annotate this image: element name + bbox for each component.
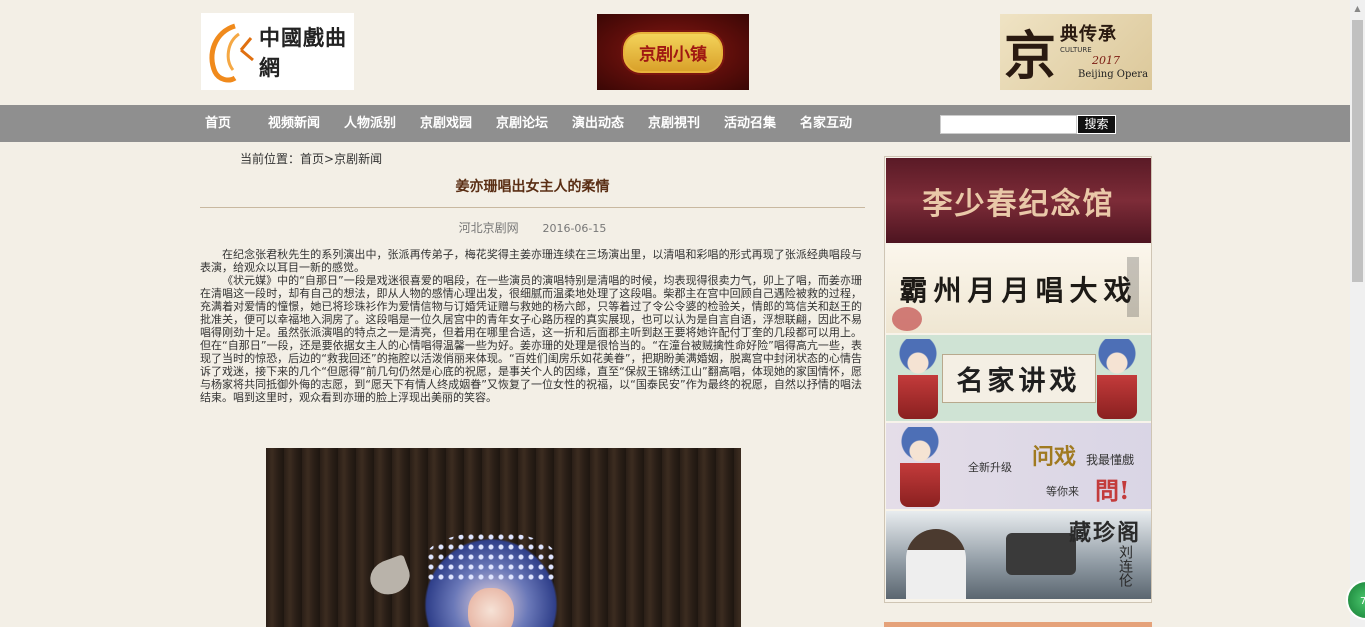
banner-masters-talk-text: 名家讲戏 [941, 353, 1096, 403]
beijing-opera-logo-year: 2017 [1092, 54, 1120, 67]
banner-treasure-sub: 刘连伦 [1117, 545, 1133, 587]
banner-ask-opera[interactable]: 全新升级 问戏 我最懂戲 等你来 問! [886, 423, 1151, 509]
title-divider [200, 207, 865, 208]
opera-figure-icon [898, 339, 938, 419]
article-body: 在纪念张君秋先生的系列演出中，张派再传弟子，梅花奖得主姜亦珊连续在三场演出里，以… [200, 248, 862, 404]
breadcrumb-home[interactable]: 首页 [300, 152, 324, 166]
breadcrumb-current[interactable]: 京剧新闻 [334, 152, 382, 166]
jingju-town-logo[interactable]: 京剧小镇 [597, 14, 749, 90]
opera-figure-icon [1097, 339, 1137, 419]
article-title: 姜亦珊唱出女主人的柔情 [455, 179, 610, 195]
article-paragraph: 在纪念张君秋先生的系列演出中，张派再传弟子，梅花奖得主姜亦珊连续在三场演出里，以… [200, 248, 862, 274]
beijing-opera-logo[interactable]: 京 典传承 CULTURE 2017 Beijing Opera [1000, 14, 1152, 90]
search-button[interactable]: 搜索 [1077, 115, 1116, 134]
banner-treasure-text: 藏珍阁 [1068, 520, 1141, 546]
banner-li-shaochun-museum[interactable]: 李少春纪念馆 [886, 158, 1151, 243]
nav-item-theater[interactable]: 京剧戏园 [420, 105, 472, 142]
article-photo [266, 448, 741, 627]
beijing-opera-logo-big: 京 [1004, 26, 1057, 87]
banner-li-shaochun-text: 李少春纪念馆 [922, 186, 1115, 222]
header: 中國戲曲網 京剧小镇 京 典传承 CULTURE 2017 Beijing Op… [0, 0, 1350, 105]
article-source: 河北京剧网 [458, 221, 519, 235]
vertical-scrollbar[interactable]: ▲ [1350, 0, 1365, 627]
banner-bazhou-text: 霸州月月唱大戏 [899, 274, 1138, 307]
banner-masters-talk[interactable]: 名家讲戏 [886, 335, 1151, 421]
photo-face [468, 588, 514, 627]
seal-icon [1127, 257, 1139, 317]
nav-item-performances[interactable]: 演出动态 [572, 105, 624, 142]
article-meta: 河北京剧网 2016-06-15 [200, 219, 865, 236]
banner-bazhou-opera[interactable]: 霸州月月唱大戏 [886, 245, 1151, 333]
nav-item-magazine[interactable]: 京剧視刊 [648, 105, 700, 142]
photo-crown-ornaments [426, 532, 556, 582]
nav-item-people[interactable]: 人物派别 [344, 105, 396, 142]
beijing-opera-logo-subtitle: Beijing Opera [1078, 69, 1149, 80]
scroll-up-arrow-icon[interactable]: ▲ [1350, 0, 1365, 17]
banner-treasure-pavilion[interactable]: 藏珍阁 刘连伦 [886, 511, 1151, 599]
beijing-opera-logo-small: 典传承 [1060, 24, 1117, 45]
breadcrumb: 当前位置：首页>京剧新闻 [240, 150, 382, 167]
article-date: 2016-06-15 [542, 222, 607, 235]
scrollbar-thumb[interactable] [1352, 20, 1363, 282]
breadcrumb-prefix: 当前位置： [240, 152, 301, 166]
banner-ask-opera-tagline: 我最懂戲 [1086, 453, 1135, 467]
beijing-opera-logo-culture: CULTURE [1060, 46, 1092, 54]
photographer-figure [906, 529, 966, 599]
banner-ask-opera-ask: 問! [1095, 476, 1130, 505]
sidebar-next-banner[interactable] [884, 622, 1152, 627]
opera-figure-icon [900, 427, 940, 507]
sidebar: 李少春纪念馆 霸州月月唱大戏 名家讲戏 全新升级 问戏 我最懂戲 等你来 問! … [884, 156, 1152, 603]
photo-blade [365, 554, 415, 600]
nav-item-masters[interactable]: 名家互动 [800, 105, 852, 142]
flower-icon [892, 307, 922, 331]
main-nav: 首页 视频新闻 人物派别 京剧戏园 京剧论坛 演出动态 京剧視刊 活动召集 名家… [0, 105, 1350, 142]
nav-item-home[interactable]: 首页 [205, 105, 231, 142]
banner-ask-opera-wait: 等你来 [1046, 485, 1079, 498]
banner-ask-opera-title: 问戏 [1032, 444, 1077, 470]
camera-icon [1006, 533, 1076, 575]
article-paragraph: 《状元媒》中的“自那日”一段是戏迷很喜爱的唱段，在一些演员的演唱特别是清唱的时候… [200, 274, 862, 404]
nav-item-events[interactable]: 活动召集 [724, 105, 776, 142]
breadcrumb-separator: > [324, 152, 335, 166]
search-input[interactable] [940, 115, 1077, 134]
site-logo[interactable]: 中國戲曲網 [201, 13, 354, 90]
jingju-town-logo-text: 京剧小镇 [623, 31, 723, 73]
banner-ask-opera-upgrade: 全新升级 [968, 461, 1012, 474]
nav-item-video-news[interactable]: 视频新闻 [268, 105, 320, 142]
page: 中國戲曲網 京剧小镇 京 典传承 CULTURE 2017 Beijing Op… [0, 0, 1350, 627]
nav-item-forum[interactable]: 京剧论坛 [496, 105, 548, 142]
logo-mark-icon [205, 20, 257, 84]
site-logo-text: 中國戲曲網 [259, 24, 347, 80]
